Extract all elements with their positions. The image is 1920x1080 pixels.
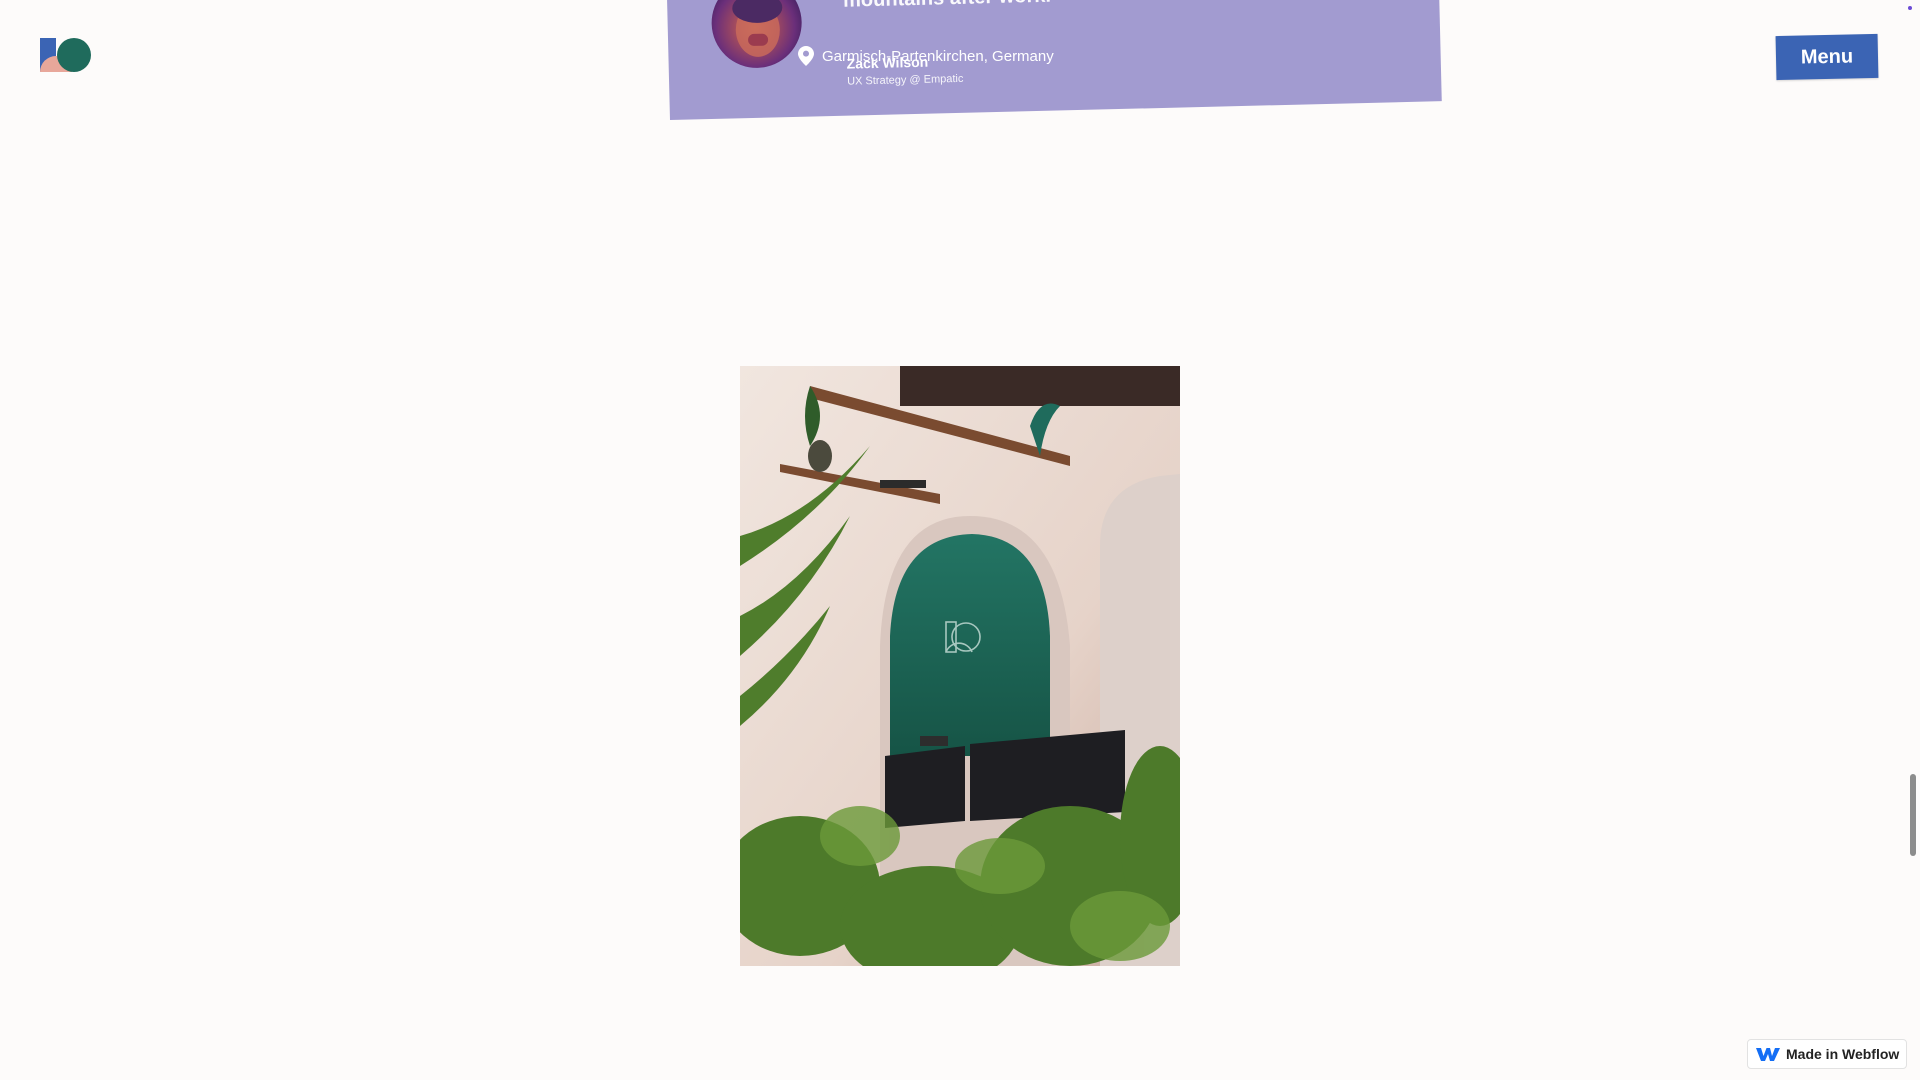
- testimonial-quote: to get focused and I really enjoyed the …: [842, 0, 1403, 14]
- webflow-icon: [1756, 1048, 1780, 1061]
- location-pin-icon: [798, 46, 814, 66]
- scroll-indicator-dot: [1908, 6, 1912, 10]
- testimonial-role: UX Strategy @ Empatic: [846, 72, 964, 88]
- avatar: [710, 0, 803, 69]
- logo-icon[interactable]: [40, 38, 92, 74]
- testimonial-location: Garmisch-Partenkirchen, Germany: [798, 46, 1054, 66]
- page: to get focused and I really enjoyed the …: [0, 0, 1920, 1080]
- menu-button[interactable]: Menu: [1775, 33, 1879, 81]
- made-in-webflow-badge[interactable]: Made in Webflow: [1747, 1039, 1907, 1069]
- office-photo-illustration: [740, 366, 1180, 966]
- office-photo: [740, 366, 1180, 966]
- person-portrait: [732, 0, 783, 57]
- location-label: Garmisch-Partenkirchen, Germany: [822, 47, 1054, 65]
- webflow-badge-label: Made in Webflow: [1786, 1046, 1900, 1062]
- scrollbar-thumb[interactable]: [1910, 774, 1916, 856]
